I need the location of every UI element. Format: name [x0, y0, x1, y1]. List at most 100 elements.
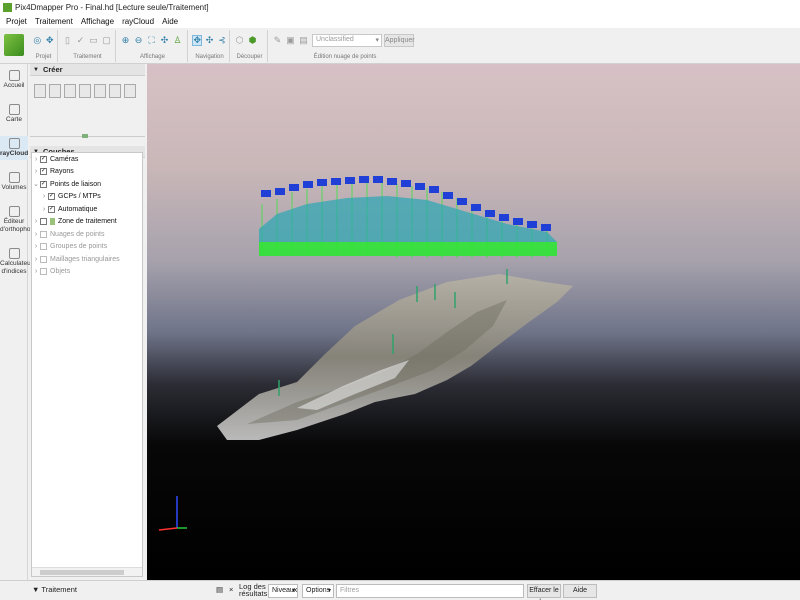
chevron-down-icon: ▾: [375, 37, 379, 44]
classification-select[interactable]: Unclassified ▾: [312, 34, 382, 47]
sidebar-item-raycloud[interactable]: rayCloud: [0, 136, 28, 160]
color-icon[interactable]: ▤: [298, 35, 309, 46]
box-icon[interactable]: ⬡: [234, 35, 245, 46]
layer-checkbox[interactable]: ✓: [40, 180, 47, 188]
layer-cameras[interactable]: › ✓ Caméras: [32, 153, 142, 166]
chevron-right-icon[interactable]: ›: [40, 206, 48, 213]
chevron-down-icon[interactable]: ⌄: [32, 180, 40, 188]
layer-checkbox[interactable]: [40, 243, 47, 251]
polyline-tool-icon[interactable]: [34, 84, 46, 98]
options-dropdown[interactable]: Options ▾: [302, 584, 334, 598]
surface-tool-icon[interactable]: [64, 84, 76, 98]
menu-projet[interactable]: Projet: [2, 17, 31, 26]
options-icon[interactable]: ▢: [101, 35, 112, 46]
layer-checkbox[interactable]: ✓: [48, 205, 55, 213]
filter-input[interactable]: Filtres: [336, 584, 524, 598]
polygon-tool-icon[interactable]: [49, 84, 61, 98]
layer-automatique[interactable]: › ✓ Automatique: [32, 203, 142, 216]
left-sidebar: Accueil Carte rayCloud Volumes Éditeur d…: [0, 64, 39, 580]
layer-points-liaison[interactable]: ⌄ ✓ Points de liaison: [32, 178, 142, 191]
brush-icon[interactable]: ✎: [272, 35, 283, 46]
sidebar-item-editeur-orthophotos[interactable]: Éditeur d'orthophotos: [0, 206, 39, 234]
app-icon: [3, 3, 12, 12]
zone-swatch-icon: [50, 218, 55, 226]
camera-icon[interactable]: ◎: [32, 35, 43, 46]
layer-maillages[interactable]: › Maillages triangulaires: [32, 253, 142, 266]
zoom-in-icon[interactable]: ⊕: [120, 35, 131, 46]
chevron-right-icon[interactable]: ›: [32, 168, 40, 175]
help-button[interactable]: Aide: [563, 584, 597, 598]
group-label-projet: Projet: [35, 54, 52, 60]
creer-header[interactable]: ▼ Créer: [30, 64, 145, 76]
check-icon[interactable]: ✓: [75, 35, 86, 46]
layer-groupes-points[interactable]: › Groupes de points: [32, 241, 142, 254]
camera-band-blue-green: [259, 196, 557, 242]
report-icon[interactable]: ▭: [88, 35, 99, 46]
layer-nuages-points[interactable]: › Nuages de points: [32, 228, 142, 241]
menu-affichage[interactable]: Affichage: [77, 17, 118, 26]
navigate-icon[interactable]: ✥: [192, 34, 203, 46]
layer-zone-traitement[interactable]: › Zone de traitement: [32, 216, 142, 229]
layer-checkbox[interactable]: [40, 218, 47, 226]
layer-gcps-mtps[interactable]: › ✓ GCPs / MTPs: [32, 191, 142, 204]
chevron-right-icon[interactable]: ›: [32, 256, 40, 263]
menu-aide[interactable]: Aide: [158, 17, 182, 26]
options-label: Options: [306, 587, 331, 594]
layer-checkbox[interactable]: [40, 268, 47, 276]
chevron-right-icon[interactable]: ›: [32, 156, 40, 163]
chevron-down-icon: ▾: [291, 588, 295, 594]
chevron-right-icon[interactable]: ›: [32, 231, 40, 238]
close-icon[interactable]: ×: [229, 585, 233, 594]
layer-checkbox[interactable]: ✓: [40, 168, 47, 176]
menu-raycloud[interactable]: rayCloud: [118, 17, 158, 26]
niveaux-dropdown[interactable]: Niveaux ▾: [268, 584, 298, 598]
layer-objets[interactable]: › Objets: [32, 266, 142, 279]
layer-checkbox[interactable]: [40, 230, 47, 238]
house-tool-icon[interactable]: [94, 84, 106, 98]
apply-button[interactable]: Appliquer: [384, 34, 415, 47]
fit-view-icon[interactable]: ⛶: [146, 35, 157, 46]
horizontal-scrollbar[interactable]: [32, 567, 142, 576]
pan-icon[interactable]: ✣: [204, 35, 214, 46]
log-icon[interactable]: ▤: [216, 585, 223, 594]
move-icon[interactable]: ✥: [45, 35, 56, 46]
mesh-tool-icon[interactable]: [109, 84, 121, 98]
layer-label: Objets: [50, 268, 71, 276]
traitement-toggle[interactable]: ▼ Traitement: [32, 585, 77, 594]
home-icon: [8, 70, 20, 81]
layers-panel: ▼ Créer ▼ Couches › ✓ Caméras › ✓ Rayons…: [30, 64, 145, 580]
log-label: Log des résultats: [239, 582, 268, 598]
panel-splitter[interactable]: [30, 134, 145, 142]
sidebar-item-calculateur-indices[interactable]: Calculateur d'indices: [0, 248, 33, 276]
select-icon[interactable]: ▣: [285, 35, 296, 46]
scrollbar-thumb[interactable]: [40, 570, 124, 575]
clear-log-button[interactable]: Effacer le log: [527, 584, 561, 600]
chevron-right-icon[interactable]: ›: [32, 218, 40, 225]
orbit-icon[interactable]: ⊰: [217, 35, 227, 46]
layer-checkbox[interactable]: [40, 255, 47, 263]
map-icon: [8, 104, 20, 115]
mosaic-icon: [8, 206, 20, 217]
chevron-right-icon[interactable]: ›: [40, 193, 48, 200]
layer-checkbox[interactable]: ✓: [40, 155, 47, 163]
sidebar-item-volumes[interactable]: Volumes: [0, 172, 28, 192]
layer-rayons[interactable]: › ✓ Rayons: [32, 166, 142, 179]
zoom-out-icon[interactable]: ⊖: [133, 35, 144, 46]
clip-box-icon[interactable]: ⬢: [247, 35, 258, 46]
layer-checkbox[interactable]: ✓: [48, 193, 55, 201]
export-tool-icon[interactable]: [124, 84, 136, 98]
sidebar-item-accueil[interactable]: Accueil: [0, 70, 28, 90]
volume-tool-icon[interactable]: [79, 84, 91, 98]
axis-icon[interactable]: ✣: [159, 35, 170, 46]
process-icon[interactable]: ▯: [62, 35, 73, 46]
chevron-right-icon[interactable]: ›: [32, 243, 40, 250]
chevron-right-icon[interactable]: ›: [32, 268, 40, 275]
classification-value: Unclassified: [316, 36, 354, 43]
raycloud-3d-viewport[interactable]: [147, 64, 800, 580]
sidebar-item-carte[interactable]: Carte: [0, 104, 28, 124]
toolbar-group-navigation: ✥ ✣ ⊰ Navigation: [190, 30, 230, 62]
person-icon[interactable]: ♙: [172, 35, 183, 46]
traitement-label: Traitement: [41, 585, 77, 594]
menu-traitement[interactable]: Traitement: [31, 17, 77, 26]
title-bar: Pix4Dmapper Pro - Final.hd [Lecture seul…: [0, 0, 800, 15]
